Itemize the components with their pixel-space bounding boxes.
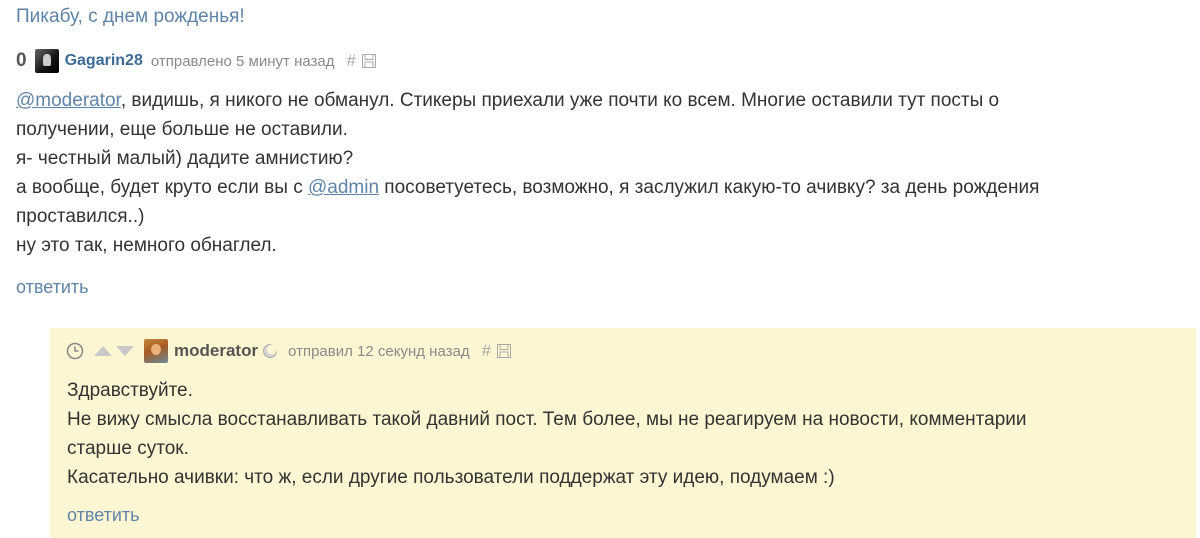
comment-body: @moderator, видишь, я никого не обманул.… — [16, 86, 1186, 260]
comment-header: moderator отправил 12 секунд назад # — [66, 338, 512, 364]
permalink-icon[interactable]: # — [347, 51, 356, 71]
save-icon[interactable] — [361, 54, 376, 68]
comment-timestamp: отправлено 5 минут назад — [150, 52, 335, 70]
comment-text: посоветуетесь, возможно, я заслужил каку… — [379, 177, 1040, 198]
comment-text: а вообще, будет круто если вы с — [16, 177, 308, 198]
reply-comment: moderator отправил 12 секунд назад # Здр… — [50, 328, 1196, 538]
permalink-icon[interactable]: # — [482, 341, 491, 361]
comment-line: получении, еще больше не оставили. — [16, 119, 348, 140]
upvote-icon[interactable] — [92, 344, 114, 358]
author-username[interactable]: Gagarin28 — [65, 52, 143, 70]
reply-link[interactable]: ответить — [16, 277, 89, 298]
vote-controls — [92, 344, 136, 358]
downvote-icon[interactable] — [114, 344, 136, 358]
comment-line: старше суток. — [67, 438, 189, 459]
mention-moderator-link[interactable]: @moderator — [16, 90, 121, 111]
comment-timestamp: отправил 12 секунд назад — [288, 342, 470, 360]
comment-line: а вообще, будет круто если вы с @admin п… — [16, 173, 1186, 202]
comment-text: , видишь, я никого не обманул. Стикеры п… — [120, 90, 1000, 111]
mention-admin-link[interactable]: @admin — [308, 177, 379, 198]
comment-line: Не вижу смысла восстанавливать такой дав… — [67, 409, 1027, 430]
moderator-badge-icon — [263, 344, 278, 358]
avatar[interactable] — [34, 49, 59, 73]
comment-line: Касательно ачивки: что ж, если другие по… — [67, 467, 835, 488]
save-icon[interactable] — [497, 344, 512, 358]
comment-body: Здравствуйте. Не вижу смысла восстанавли… — [67, 376, 1177, 492]
comment-line: я- честный малый) дадите амнистию? — [16, 148, 354, 169]
reply-link[interactable]: ответить — [67, 505, 140, 526]
comment-line: Здравствуйте. — [67, 380, 193, 401]
avatar[interactable] — [144, 339, 168, 363]
comment-header: 0 Gagarin28 отправлено 5 минут назад # — [16, 48, 376, 74]
comment-line: ну это так, немного обнаглел. — [16, 235, 277, 256]
clock-icon — [66, 342, 84, 360]
comment-rating: 0 — [16, 50, 27, 71]
post-title[interactable]: Пикабу, с днем рожденья! — [16, 6, 245, 28]
comment-line: @moderator, видишь, я никого не обманул.… — [16, 86, 1186, 115]
comment-line: проставился..) — [16, 206, 145, 227]
author-username[interactable]: moderator — [174, 341, 258, 361]
